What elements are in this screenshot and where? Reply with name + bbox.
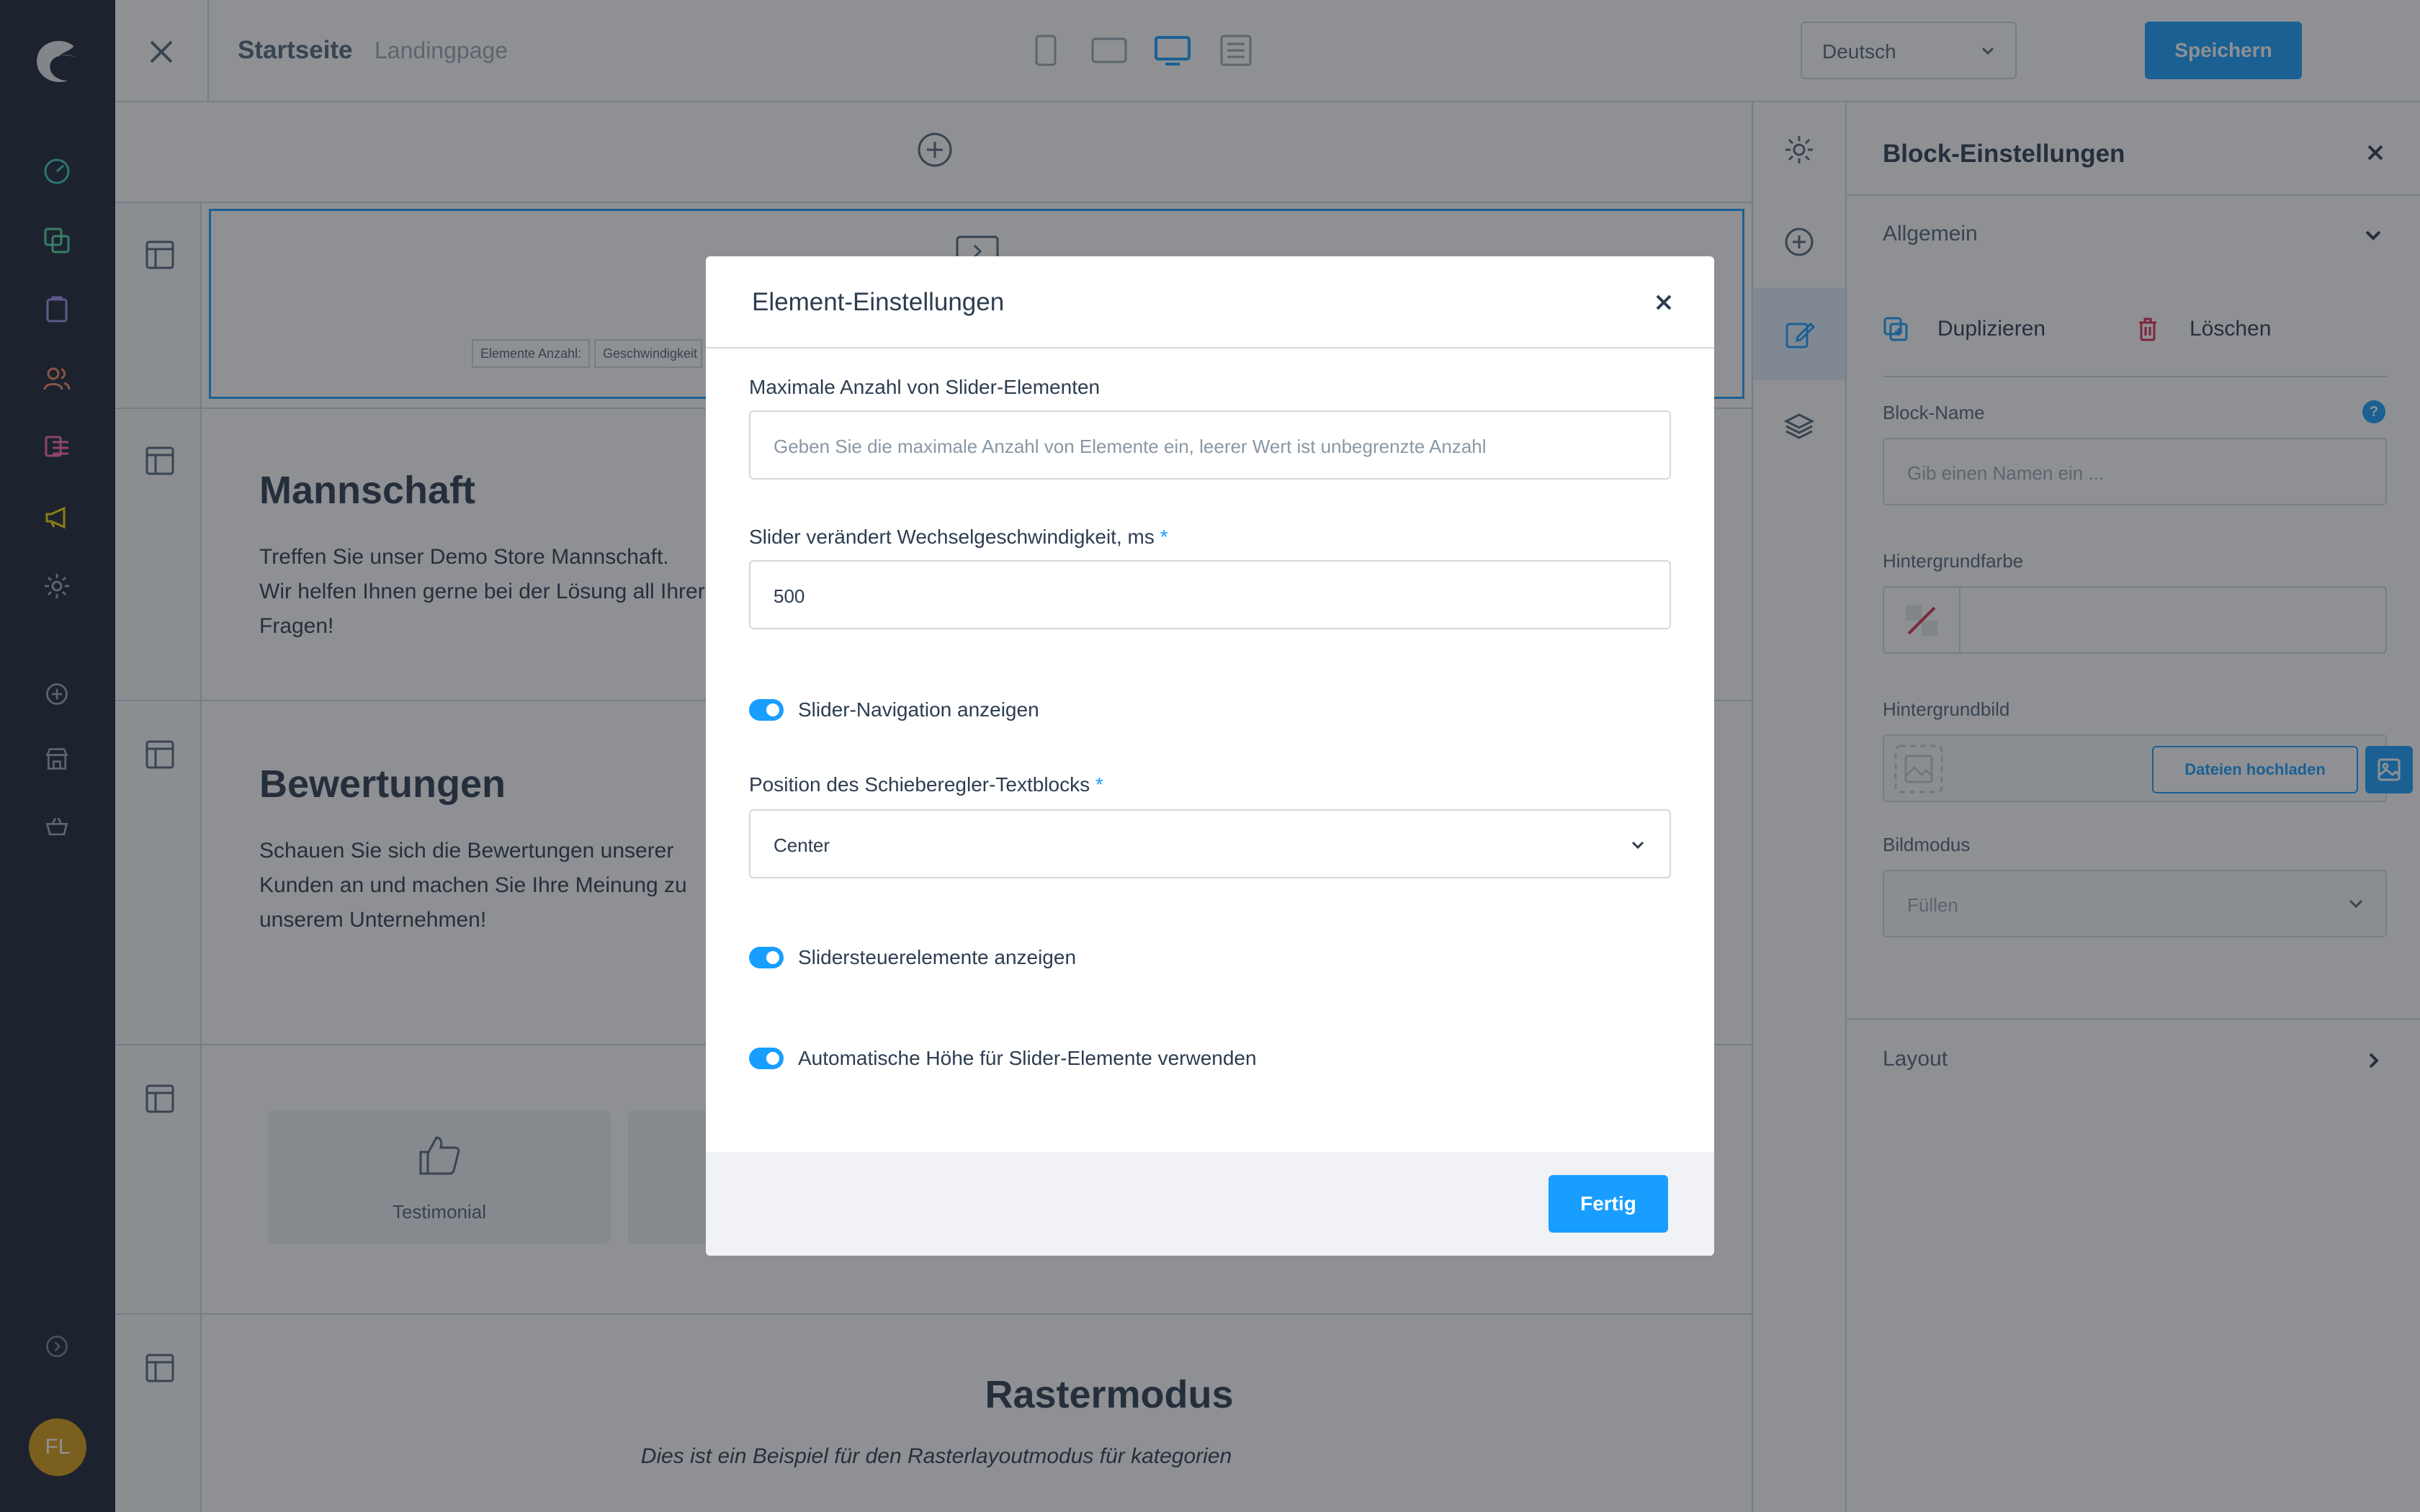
position-label: Position des Schieberegler-Textblocks *: [749, 773, 1103, 796]
controls-toggle[interactable]: [749, 947, 784, 968]
controls-toggle-row: Slidersteuerelemente anzeigen: [749, 943, 1076, 972]
required-mark: *: [1160, 526, 1168, 548]
auto-height-toggle-label: Automatische Höhe für Slider-Elemente ve…: [798, 1047, 1257, 1069]
required-mark: *: [1095, 773, 1103, 796]
position-select[interactable]: Center: [749, 809, 1671, 878]
speed-label-text: Slider verändert Wechselgeschwindigkeit,…: [749, 526, 1155, 548]
modal-footer: Fertig: [706, 1152, 1714, 1256]
element-settings-modal: Element-Einstellungen Maximale Anzahl vo…: [706, 256, 1714, 1256]
position-label-text: Position des Schieberegler-Textblocks: [749, 773, 1090, 796]
max-items-input[interactable]: Geben Sie die maximale Anzahl von Elemen…: [749, 410, 1671, 480]
navigation-toggle[interactable]: [749, 699, 784, 721]
navigation-toggle-row: Slider-Navigation anzeigen: [749, 696, 1039, 724]
auto-height-toggle-row: Automatische Höhe für Slider-Elemente ve…: [749, 1044, 1257, 1073]
modal-title: Element-Einstellungen: [752, 288, 1005, 316]
chevron-down-icon: [1631, 841, 1644, 850]
auto-height-toggle[interactable]: [749, 1048, 784, 1069]
close-icon[interactable]: [1654, 292, 1674, 312]
speed-input[interactable]: 500: [749, 560, 1671, 629]
max-items-label: Maximale Anzahl von Slider-Elementen: [749, 376, 1101, 398]
modal-header: Element-Einstellungen: [706, 256, 1714, 348]
navigation-toggle-label: Slider-Navigation anzeigen: [798, 698, 1039, 721]
position-value: Center: [774, 834, 830, 856]
controls-toggle-label: Slidersteuerelemente anzeigen: [798, 946, 1077, 968]
speed-label: Slider verändert Wechselgeschwindigkeit,…: [749, 526, 1168, 549]
done-button[interactable]: Fertig: [1549, 1175, 1668, 1233]
